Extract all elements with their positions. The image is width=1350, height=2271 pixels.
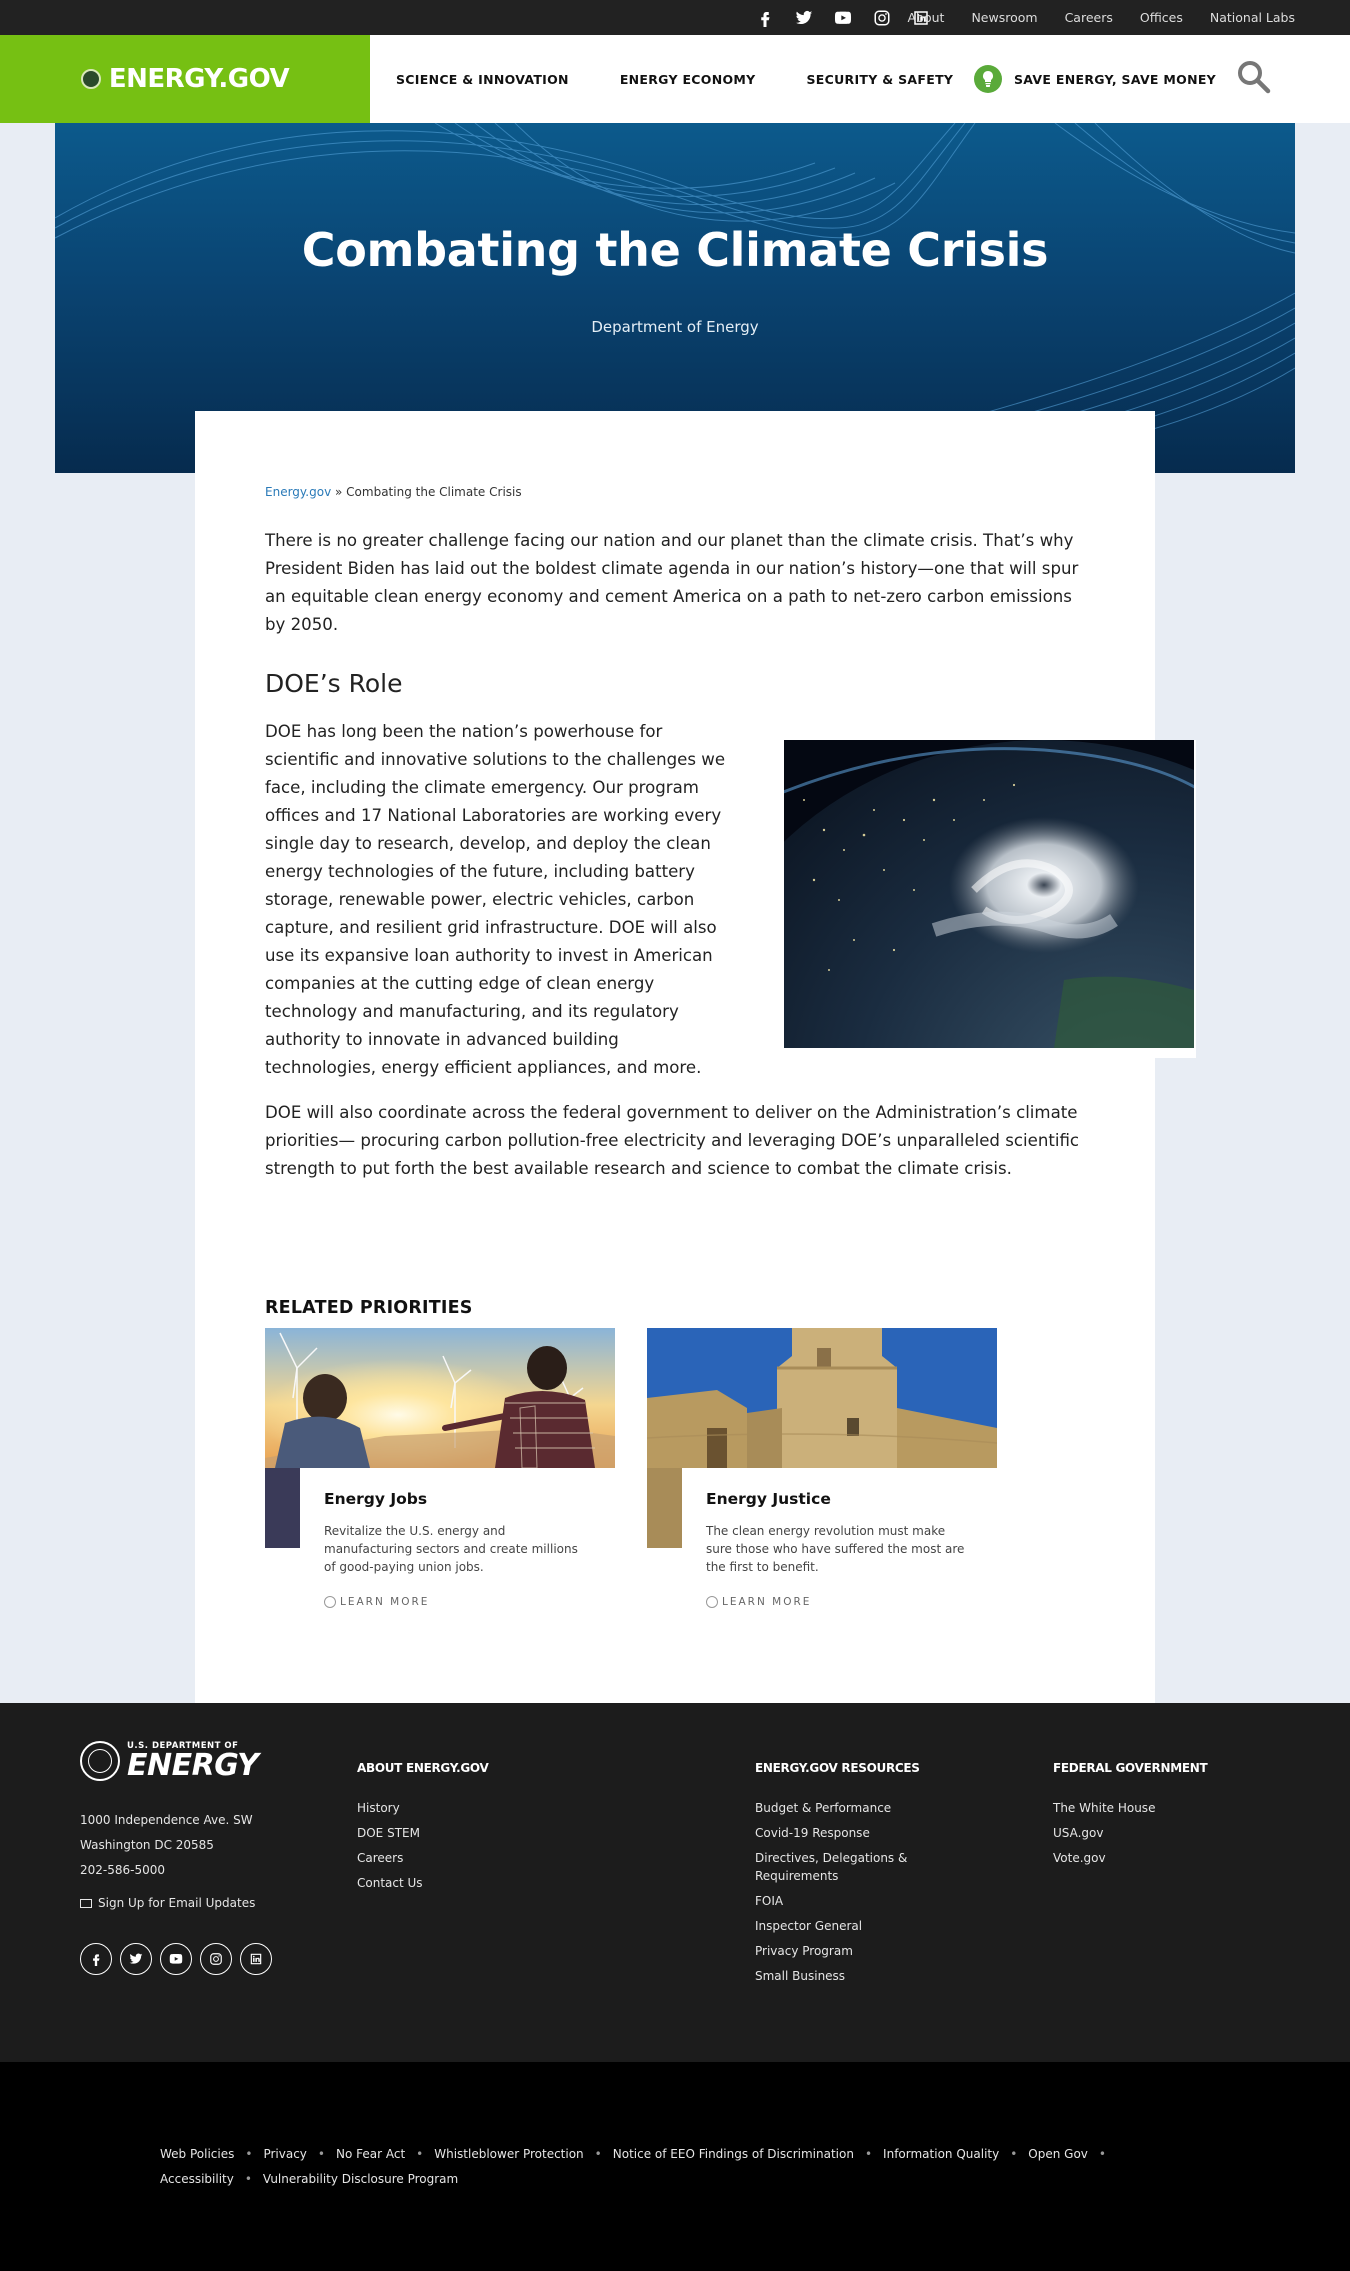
footer-federal-column: FEDERAL GOVERNMENT The White House USA.g…: [1053, 1761, 1253, 1874]
legal-link-vulnerability-disclosure[interactable]: Vulnerability Disclosure Program: [263, 2172, 458, 2186]
energy-justice-photo: [647, 1328, 997, 1468]
related-card-title: Energy Jobs: [324, 1490, 428, 1508]
footer-link-privacy-program[interactable]: Privacy Program: [755, 1942, 955, 1960]
youtube-icon[interactable]: [160, 1943, 192, 1975]
instagram-icon[interactable]: [200, 1943, 232, 1975]
footer-link-foia[interactable]: FOIA: [755, 1892, 955, 1910]
footer-link-usa-gov[interactable]: USA.gov: [1053, 1824, 1253, 1842]
circle-arrow-icon: [706, 1596, 718, 1608]
legal-link-privacy[interactable]: Privacy: [263, 2147, 306, 2161]
footer-link-directives[interactable]: Directives, Delegations & Requirements: [755, 1849, 955, 1885]
legal-link-eeo-findings[interactable]: Notice of EEO Findings of Discrimination: [613, 2147, 854, 2161]
footer-link-history[interactable]: History: [357, 1799, 657, 1817]
footer-resources-heading: ENERGY.GOV RESOURCES: [755, 1761, 920, 1775]
legal-link-no-fear-act[interactable]: No Fear Act: [336, 2147, 405, 2161]
footer-logo-big-text: ENERGY: [127, 1748, 259, 1783]
site-footer: U.S. DEPARTMENT OF ENERGY 1000 Independe…: [0, 1703, 1350, 2062]
legal-links: Web Policies • Privacy • No Fear Act • Whistle…: [160, 2147, 1106, 2186]
learn-more-label: LEARN MORE: [722, 1596, 812, 1608]
related-card-description: The clean energy revolution must make su…: [706, 1524, 965, 1574]
save-energy-label: SAVE ENERGY, SAVE MONEY: [1014, 71, 1217, 87]
utility-link-national-labs[interactable]: National Labs: [1210, 10, 1295, 25]
footer-social-links: [80, 1943, 280, 1975]
footer-doe-logo[interactable]: U.S. DEPARTMENT OF ENERGY: [80, 1741, 259, 1783]
footer-link-covid[interactable]: Covid-19 Response: [755, 1824, 955, 1842]
page-title: Combating the Climate Crisis: [301, 223, 1049, 277]
footer-link-vote-gov[interactable]: Vote.gov: [1053, 1849, 1253, 1867]
nav-security-safety[interactable]: SECURITY & SAFETY: [806, 72, 953, 87]
utility-bar: About Newsroom Careers Offices National …: [0, 0, 1350, 35]
youtube-icon[interactable]: [829, 6, 857, 30]
footer-link-careers[interactable]: Careers: [357, 1849, 657, 1867]
email-signup-link[interactable]: Sign Up for Email Updates: [80, 1896, 255, 1910]
envelope-icon: [80, 1898, 92, 1908]
address-city: Washington DC 20585: [80, 1838, 214, 1852]
energy-gov-logo[interactable]: ENERGY.GOV: [0, 35, 370, 123]
energy-jobs-photo: [265, 1328, 615, 1468]
earth-illustration: [784, 740, 1194, 1048]
footer-about-column: ABOUT ENERGY.GOV History DOE STEM Career…: [357, 1761, 657, 1899]
utility-link-careers[interactable]: Careers: [1065, 10, 1113, 25]
footer-link-white-house[interactable]: The White House: [1053, 1799, 1253, 1817]
page-subtitle: Department of Energy: [591, 318, 759, 336]
learn-more-label: LEARN MORE: [340, 1596, 430, 1608]
site-header: ENERGY.GOV SCIENCE & INNOVATION ENERGY E…: [0, 35, 1350, 123]
breadcrumb-home[interactable]: Energy.gov: [265, 485, 331, 499]
email-signup-label: Sign Up for Email Updates: [98, 1896, 256, 1910]
logo-text: ENERGY.GOV: [108, 64, 290, 94]
footer-address: 1000 Independence Ave. SW Washington DC …: [80, 1808, 253, 1883]
legal-link-information-quality[interactable]: Information Quality: [883, 2147, 999, 2161]
utility-link-offices[interactable]: Offices: [1140, 10, 1183, 25]
legal-link-web-policies[interactable]: Web Policies: [160, 2147, 234, 2161]
search-icon[interactable]: [1236, 59, 1276, 99]
earth-hurricane-image: [784, 740, 1196, 1058]
related-priorities-heading: RELATED PRIORITIES: [265, 1298, 473, 1318]
utility-link-about[interactable]: About: [907, 10, 944, 25]
intro-paragraph: There is no greater challenge facing our…: [265, 531, 1079, 634]
breadcrumb: Energy.gov » Combating the Climate Crisi…: [265, 485, 522, 499]
address-phone: 202-586-5000: [80, 1863, 166, 1877]
nav-energy-economy[interactable]: ENERGY ECONOMY: [620, 72, 756, 87]
utility-links: About Newsroom Careers Offices National …: [880, 0, 1295, 35]
role-heading: DOE’s Role: [265, 669, 403, 698]
closing-paragraph: DOE will also coordinate across the fede…: [265, 1103, 1080, 1178]
learn-more-link[interactable]: LEARN MORE: [706, 1596, 811, 1608]
related-card-description: Revitalize the U.S. energy and manufactu…: [324, 1524, 578, 1574]
breadcrumb-current: Combating the Climate Crisis: [346, 485, 522, 499]
doe-seal-icon: [80, 69, 101, 89]
linkedin-icon[interactable]: [240, 1943, 272, 1975]
circle-arrow-icon: [324, 1596, 336, 1608]
save-energy-link[interactable]: SAVE ENERGY, SAVE MONEY: [974, 63, 1216, 95]
footer-link-small-business[interactable]: Small Business: [755, 1967, 955, 1985]
facebook-icon[interactable]: [80, 1943, 112, 1975]
footer-link-contact-us[interactable]: Contact Us: [357, 1874, 657, 1892]
legal-link-accessibility[interactable]: Accessibility: [160, 2172, 234, 2186]
learn-more-link[interactable]: LEARN MORE: [324, 1596, 429, 1608]
twitter-icon[interactable]: [790, 6, 818, 30]
role-paragraph: DOE has long been the nation’s powerhous…: [265, 722, 726, 1077]
legal-link-whistleblower[interactable]: Whistleblower Protection: [434, 2147, 583, 2161]
nav-science-innovation[interactable]: SCIENCE & INNOVATION: [396, 72, 569, 87]
doe-seal-icon: [80, 1741, 120, 1781]
footer-link-budget[interactable]: Budget & Performance: [755, 1799, 955, 1817]
legal-link-open-gov[interactable]: Open Gov: [1028, 2147, 1088, 2161]
related-card-energy-justice[interactable]: Energy Justice The clean energy revoluti…: [647, 1328, 997, 1618]
utility-link-newsroom[interactable]: Newsroom: [971, 10, 1037, 25]
main-nav: SCIENCE & INNOVATION ENERGY ECONOMY SECU…: [396, 35, 1004, 123]
footer-link-inspector-general[interactable]: Inspector General: [755, 1917, 955, 1935]
related-card-title: Energy Justice: [706, 1490, 831, 1508]
footer-federal-heading: FEDERAL GOVERNMENT: [1053, 1761, 1208, 1775]
address-street: 1000 Independence Ave. SW: [80, 1813, 253, 1827]
footer-resources-column: ENERGY.GOV RESOURCES Budget & Performanc…: [755, 1761, 955, 1992]
lightbulb-icon: [974, 65, 1002, 93]
breadcrumb-separator: »: [331, 485, 347, 499]
legal-bar: Web Policies • Privacy • No Fear Act • Whistle…: [0, 2062, 1350, 2271]
footer-link-doe-stem[interactable]: DOE STEM: [357, 1824, 657, 1842]
facebook-icon[interactable]: [751, 6, 779, 30]
twitter-icon[interactable]: [120, 1943, 152, 1975]
footer-about-heading: ABOUT ENERGY.GOV: [357, 1761, 489, 1775]
related-card-energy-jobs[interactable]: Energy Jobs Revitalize the U.S. energy a…: [265, 1328, 615, 1618]
